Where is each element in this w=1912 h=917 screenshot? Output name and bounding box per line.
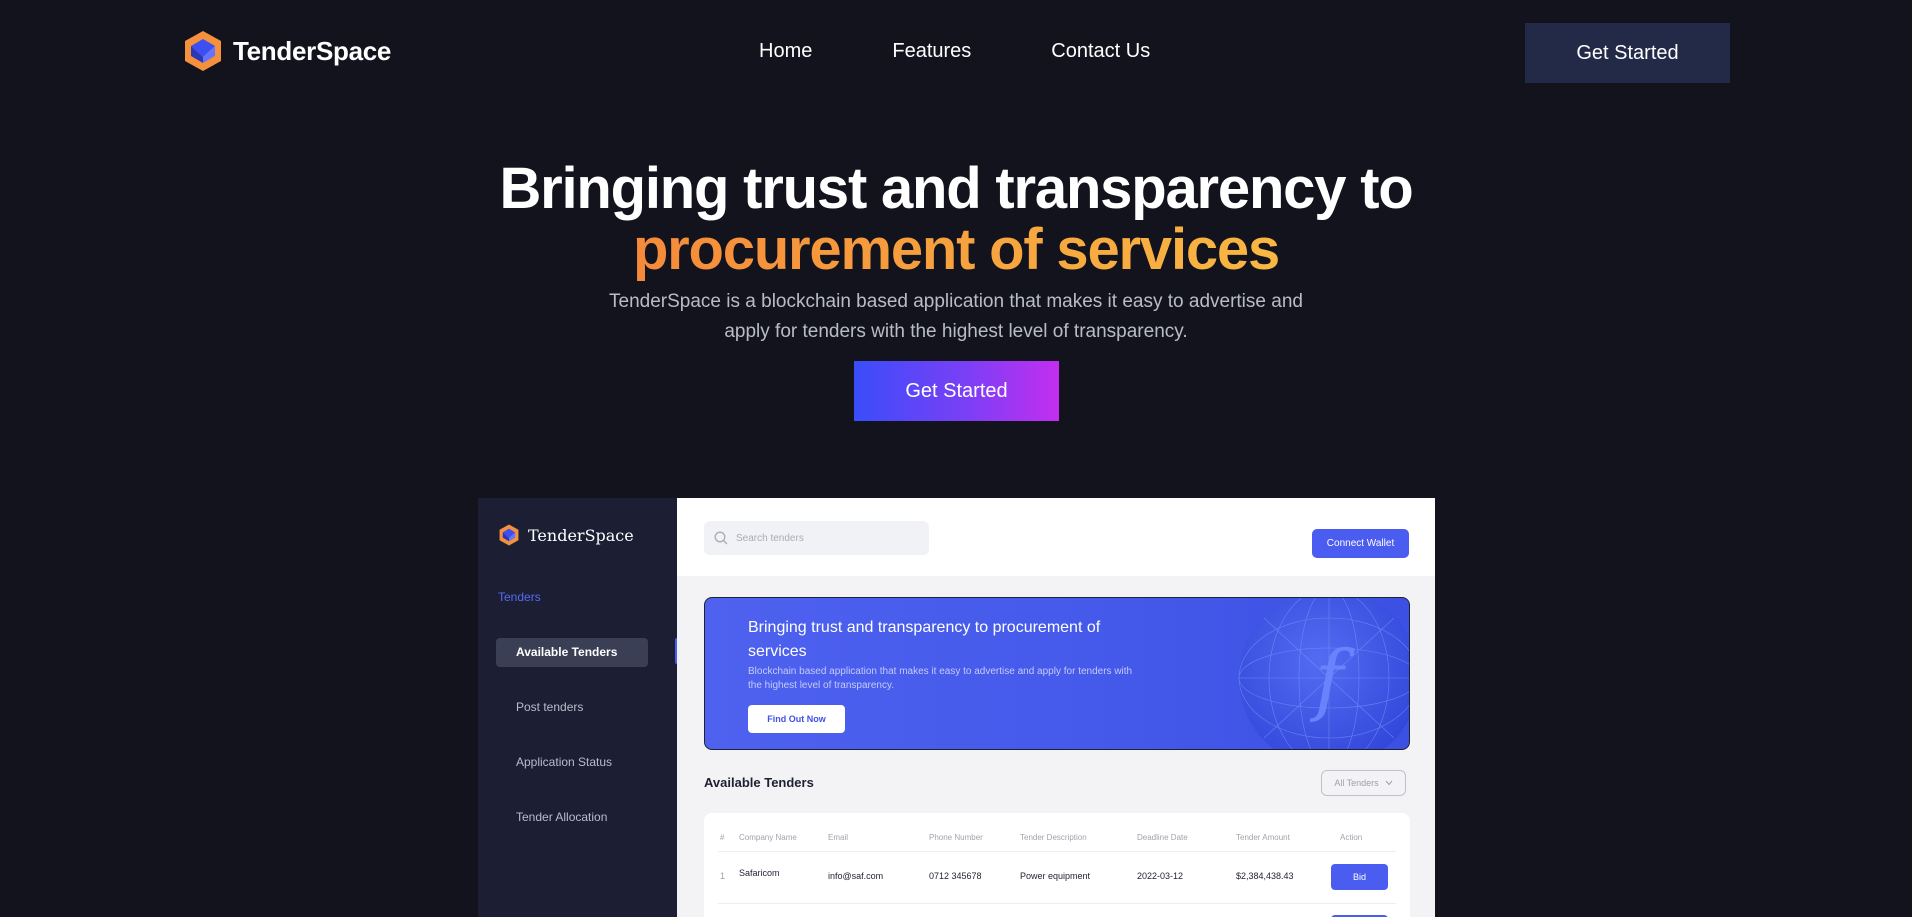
bid-button[interactable]: Bid	[1331, 864, 1388, 890]
tender-filter-dropdown[interactable]: All Tenders	[1321, 770, 1406, 796]
sidebar-item-available-tenders[interactable]: Available Tenders	[496, 638, 648, 667]
table-divider	[718, 903, 1396, 904]
hero-subtitle-line2: apply for tenders with the highest level…	[724, 321, 1188, 342]
preview-brand: TenderSpace	[498, 524, 634, 546]
search-icon	[714, 531, 728, 545]
hero-get-started-button[interactable]: Get Started	[854, 361, 1059, 421]
tenders-table: # Company Name Email Phone Number Tender…	[704, 813, 1410, 917]
cell-phone: 0712 345678	[929, 871, 982, 881]
table-divider	[718, 851, 1396, 852]
landing-page: TenderSpace Home Features Contact Us Get…	[0, 0, 1912, 917]
col-header-amount: Tender Amount	[1236, 833, 1290, 842]
chevron-down-icon	[1385, 780, 1393, 786]
cell-deadline: 2022-03-12	[1137, 871, 1184, 881]
nav-features-link[interactable]: Features	[892, 40, 971, 63]
sidebar-item-post-tenders[interactable]: Post tenders	[496, 693, 648, 722]
connect-wallet-button[interactable]: Connect Wallet	[1312, 529, 1409, 558]
brand-logo[interactable]: TenderSpace	[182, 30, 391, 72]
search-box[interactable]	[704, 521, 929, 555]
banner-subtitle: Blockchain based application that makes …	[748, 666, 1133, 691]
cell-company: Safaricom	[739, 868, 780, 878]
hero-title-line1: Bringing trust and transparency to	[499, 156, 1413, 221]
hero-title: Bringing trust and transparency to procu…	[0, 158, 1912, 280]
promo-banner: Bringing trust and transparency to procu…	[704, 597, 1410, 750]
cell-description: Power equipment	[1020, 871, 1091, 881]
available-tenders-heading: Available Tenders	[704, 775, 814, 790]
sidebar-section-tenders[interactable]: Tenders	[498, 590, 541, 604]
tenderspace-logo-icon	[499, 524, 519, 546]
col-header-phone: Phone Number	[929, 833, 983, 842]
sidebar-item-application-status[interactable]: Application Status	[496, 748, 648, 777]
col-header-description: Tender Description	[1020, 833, 1087, 842]
nav-contact-link[interactable]: Contact Us	[1051, 40, 1150, 63]
tenderspace-logo-icon	[185, 31, 221, 71]
nav-get-started-button[interactable]: Get Started	[1525, 23, 1730, 83]
nav-home-link[interactable]: Home	[759, 40, 812, 63]
filecoin-globe-icon: f	[1238, 598, 1409, 749]
col-header-action: Action	[1340, 833, 1363, 842]
banner-title: Bringing trust and transparency to procu…	[748, 619, 1101, 660]
find-out-now-button[interactable]: Find Out Now	[748, 705, 845, 733]
brand-name: TenderSpace	[233, 35, 392, 66]
hero-subtitle: TenderSpace is a blockchain based applic…	[556, 287, 1356, 347]
col-header-deadline: Deadline Date	[1137, 833, 1188, 842]
main-nav: Home Features Contact Us	[759, 40, 1150, 63]
preview-main: Connect Wallet Bringing trust and transp…	[677, 498, 1435, 917]
app-preview: TenderSpace Tenders Available Tenders Po…	[478, 498, 1435, 917]
cell-amount: $2,384,438.43	[1236, 871, 1294, 881]
cell-email: info@saf.com	[828, 871, 884, 881]
search-input[interactable]	[736, 532, 916, 544]
hero-title-highlight: procurement of services	[632, 217, 1280, 282]
col-header-email: Email	[828, 833, 849, 842]
hero-subtitle-line1: TenderSpace is a blockchain based applic…	[609, 291, 1303, 312]
col-header-company: Company Name	[739, 833, 797, 842]
filter-selected-value: All Tenders	[1334, 778, 1379, 788]
preview-topbar: Connect Wallet	[677, 498, 1435, 576]
preview-brand-name: TenderSpace	[528, 525, 634, 545]
cell-number: 1	[720, 871, 726, 881]
preview-sidebar: TenderSpace Tenders Available Tenders Po…	[478, 498, 679, 917]
sidebar-item-tender-allocation[interactable]: Tender Allocation	[496, 803, 648, 832]
col-header-number: #	[720, 833, 725, 842]
